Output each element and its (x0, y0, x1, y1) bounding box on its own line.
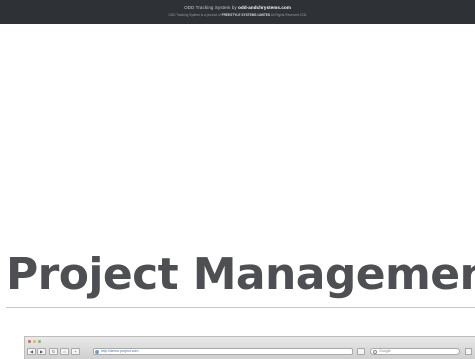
browser-toolbar: ◀ ▶ ↻ ⌂ + http://demo.project.com Google (27, 347, 474, 356)
resize-icon (465, 348, 472, 355)
banner-credit-text: ODD Tracking System by (184, 5, 237, 10)
address-url: http://demo.project.com (101, 349, 139, 353)
footer-banner: ODD Tracking System by odd-andchrystems.… (0, 0, 475, 24)
banner-credit-link[interactable]: odd-andchrystems.com (238, 5, 291, 10)
minimize-window-icon (33, 340, 36, 343)
heading-divider (6, 307, 475, 308)
page: ODD Tracking System by odd-andchrystems.… (0, 0, 475, 359)
section-heading: Project Management (6, 249, 475, 300)
address-bar: http://demo.project.com (93, 348, 353, 355)
banner-copyright-line: ODD Tracking System is a product of FREE… (0, 13, 475, 17)
banner-rights-text: All Rights Reserved 2011 (270, 13, 307, 17)
home-icon: ⌂ (60, 348, 69, 355)
reload-icon: ↻ (49, 348, 58, 355)
go-button (357, 348, 365, 355)
forward-arrow-icon: ▶ (37, 348, 46, 355)
browser-search-field: Google (370, 348, 460, 355)
banner-copyright-text: ODD Tracking System is a product of (168, 13, 221, 17)
close-window-icon (28, 340, 31, 343)
bookmark-icon: + (71, 348, 80, 355)
zoom-window-icon (38, 340, 41, 343)
search-icon (373, 350, 377, 354)
browser-screenshot: ◀ ▶ ↻ ⌂ + http://demo.project.com Google (24, 336, 475, 359)
back-arrow-icon: ◀ (27, 348, 36, 355)
banner-company-name: FREESTYLE SYSTEMS LIMITED (221, 13, 271, 17)
banner-credit-line: ODD Tracking System by odd-andchrystems.… (0, 5, 475, 10)
search-placeholder: Google (379, 349, 391, 353)
globe-icon (95, 350, 99, 354)
